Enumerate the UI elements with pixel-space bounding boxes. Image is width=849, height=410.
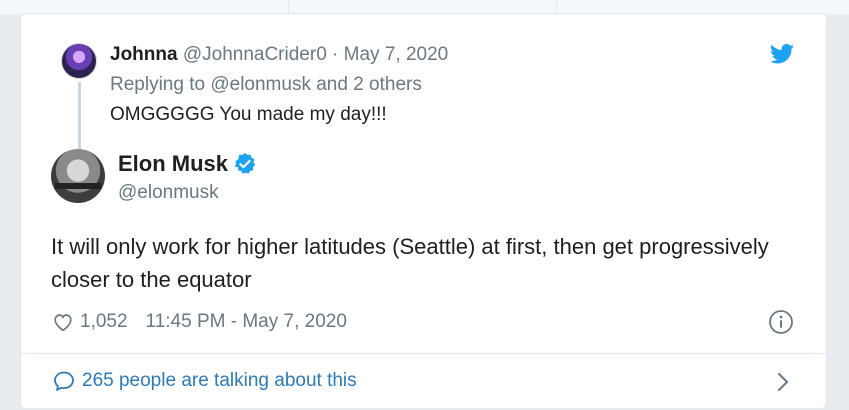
parent-avatar[interactable] [61,43,97,79]
background-divider [288,0,289,14]
twitter-bird-icon[interactable] [770,44,794,64]
parent-separator: · [332,44,339,65]
like-count[interactable]: 1,052 [80,311,128,333]
embedded-tweet-card: Johnna @JohnnaCrider0 · May 7, 2020 Repl… [20,13,827,409]
author-display-name[interactable]: Elon Musk [118,151,228,177]
background-strip [0,0,849,14]
tweet-meta-row: 1,052 11:45 PM - May 7, 2020 [52,310,347,334]
conversation-link[interactable]: 265 people are talking about this [52,369,357,393]
card-divider [21,353,826,354]
parent-tweet-text: OMGGGGG You made my day!!! [110,104,387,125]
tweet-text: It will only work for higher latitudes (… [51,234,769,292]
replying-to-label[interactable]: Replying to @elonmusk and 2 others [110,74,422,96]
verified-badge-icon [234,153,256,174]
parent-date[interactable]: May 7, 2020 [344,44,449,65]
thread-connector-line [78,82,81,154]
chevron-right-icon[interactable] [774,371,792,393]
info-icon[interactable] [768,309,794,335]
background-divider [556,0,557,14]
author-avatar[interactable] [51,149,105,203]
parent-tweet-header: Johnna @JohnnaCrider0 · May 7, 2020 [110,44,448,66]
parent-display-name[interactable]: Johnna [110,44,178,65]
parent-handle[interactable]: @JohnnaCrider0 [183,44,327,65]
conversation-count-label[interactable]: 265 people are talking about this [82,370,357,392]
author-handle[interactable]: @elonmusk [118,182,219,204]
author-name-row: Elon Musk [118,151,256,177]
avatar-caption-strip [55,183,101,189]
speech-bubble-icon [54,371,74,391]
tweet-timestamp[interactable]: 11:45 PM - May 7, 2020 [146,311,347,333]
heart-icon[interactable] [52,311,74,333]
